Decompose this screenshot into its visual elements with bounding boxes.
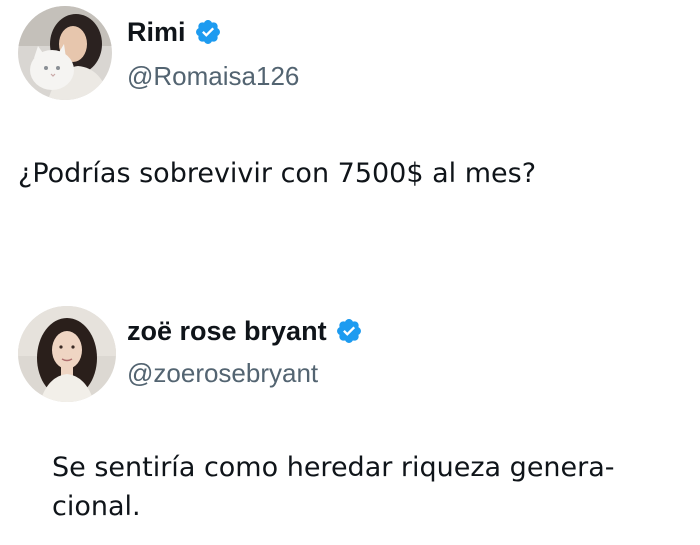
verified-badge-icon	[194, 18, 222, 46]
tweet-text: ¿Podrías sobrevivir con 7500$ al mes?	[18, 158, 537, 189]
author-name-row: Rimi	[127, 16, 222, 48]
woman-with-white-cat-avatar-icon	[18, 6, 112, 100]
avatar[interactable]	[18, 306, 116, 402]
verified-badge-icon	[335, 317, 363, 345]
avatar[interactable]	[18, 6, 112, 100]
tweet-text: Se sentiría como heredar riqueza genera-…	[52, 452, 615, 522]
woman-portrait-avatar-icon	[18, 306, 116, 402]
author-handle[interactable]: @Romaisa126	[127, 61, 299, 91]
display-name[interactable]: Rimi	[127, 16, 186, 48]
author-handle[interactable]: @zoerosebryant	[127, 358, 318, 388]
display-name[interactable]: zoë rose bryant	[127, 315, 327, 347]
author-name-row: zoë rose bryant	[127, 315, 363, 347]
